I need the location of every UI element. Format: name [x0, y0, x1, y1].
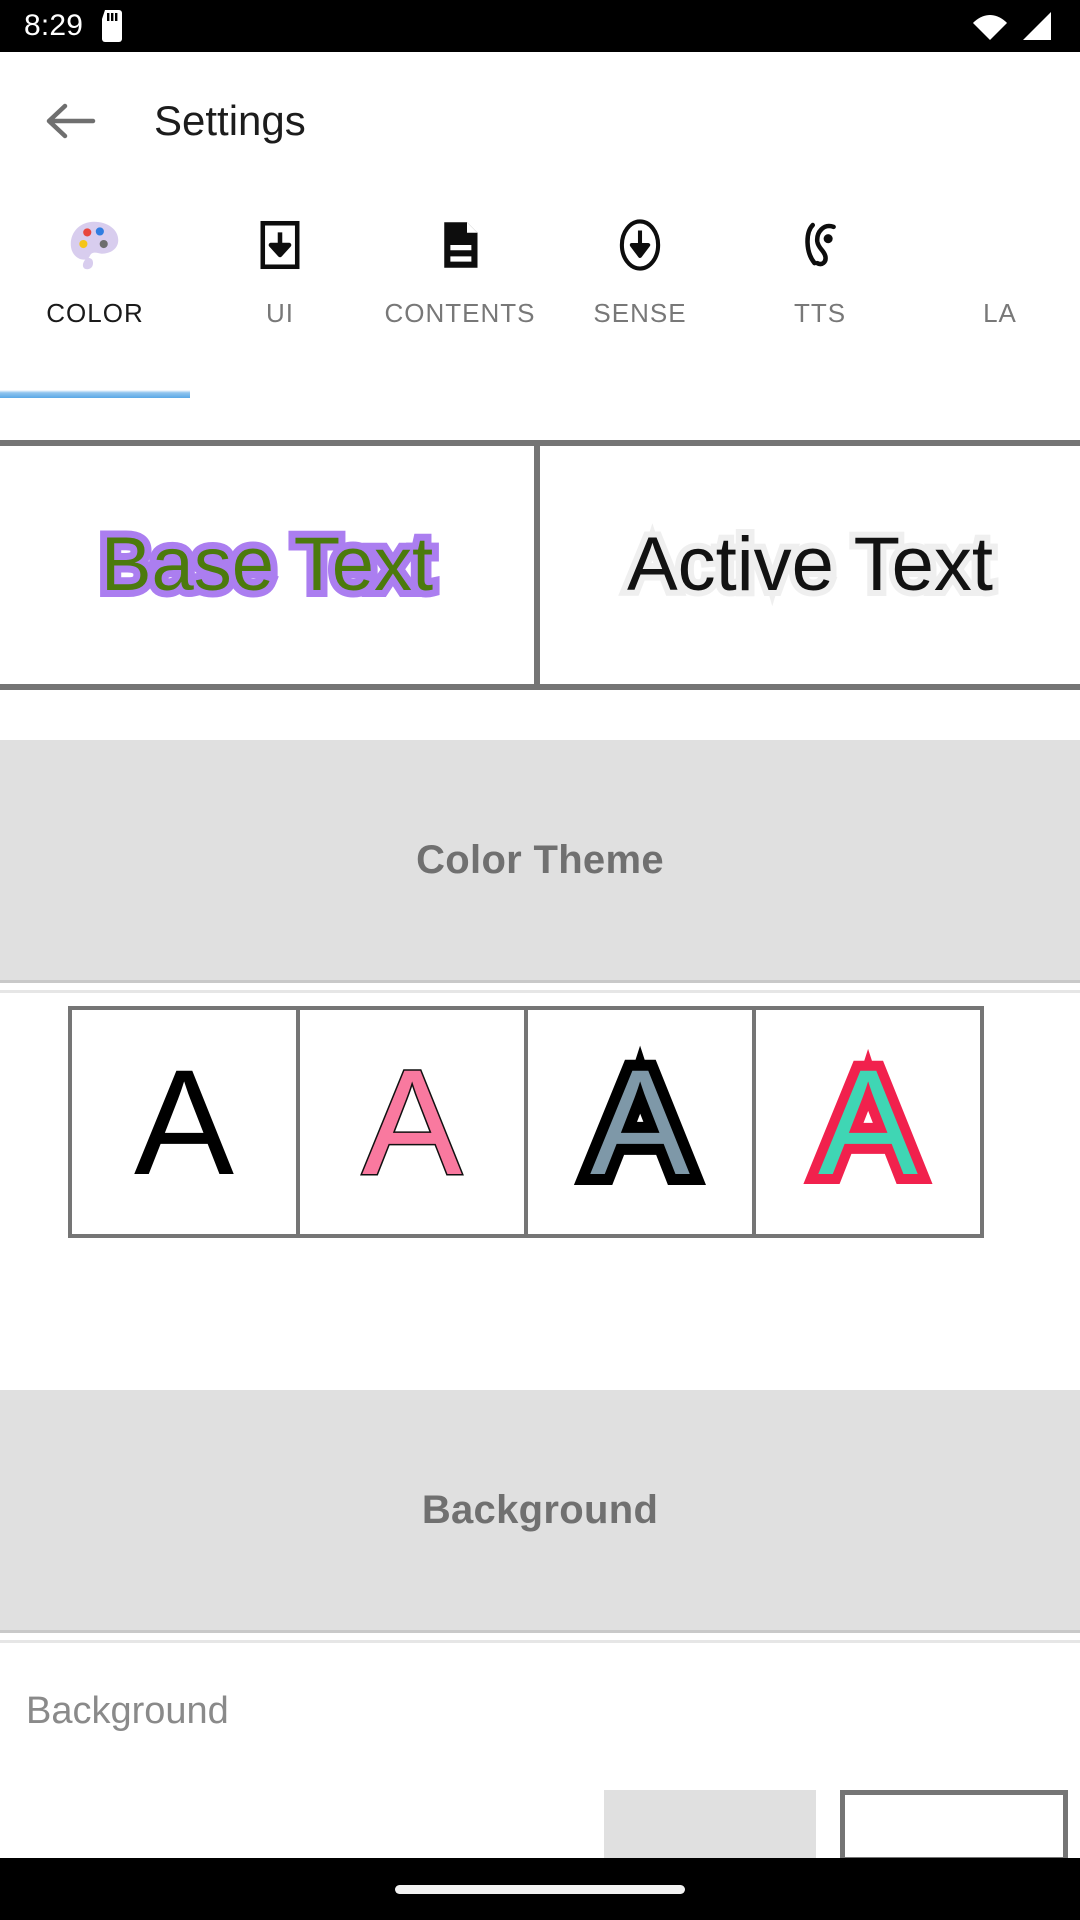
- background-divider: [0, 1630, 1080, 1633]
- settings-screen: 8:29 Settings COLOR UI CONTENTS SENSE TT…: [0, 0, 1080, 1920]
- background-section-header: Background: [0, 1390, 1080, 1630]
- status-bar-clock: 8:29: [24, 9, 84, 42]
- color-theme-divider: [0, 980, 1080, 983]
- tab-contents[interactable]: CONTENTS: [370, 190, 550, 390]
- settings-tab-bar: COLOR UI CONTENTS SENSE TTS LA: [0, 190, 1080, 432]
- color-theme-divider-2: [0, 990, 1080, 993]
- color-theme-title: Color Theme: [416, 837, 664, 882]
- theme-glyph: A: [133, 1038, 235, 1206]
- tab-language[interactable]: LA: [910, 190, 1080, 390]
- system-navigation-bar: [0, 1858, 1080, 1920]
- back-button[interactable]: [34, 85, 106, 157]
- tab-label: UI: [266, 298, 294, 328]
- home-indicator[interactable]: [395, 1884, 685, 1894]
- tab-strip[interactable]: COLOR UI CONTENTS SENSE TTS LA: [0, 190, 1080, 390]
- background-chip-grey[interactable]: [604, 1790, 816, 1862]
- background-divider-2: [0, 1640, 1080, 1643]
- tab-label: TTS: [793, 298, 847, 328]
- theme-glyph: A: [360, 1038, 463, 1206]
- active-tab-indicator: [0, 390, 190, 398]
- color-theme-section-header: Color Theme: [0, 740, 1080, 980]
- tab-label: LA: [983, 298, 1017, 328]
- wifi-icon: [973, 15, 1007, 40]
- tab-color[interactable]: COLOR: [0, 190, 190, 390]
- theme-glyph: A: [579, 1036, 701, 1208]
- app-bar: Settings: [0, 52, 1080, 190]
- background-title: Background: [421, 1487, 659, 1532]
- tab-label: COLOR: [46, 298, 144, 328]
- sd-card-icon: [102, 10, 123, 42]
- status-bar: 8:29: [0, 0, 1080, 52]
- color-theme-swatch-row[interactable]: A A A A: [68, 1006, 984, 1238]
- theme-swatch-crimson[interactable]: A: [756, 1010, 980, 1234]
- background-chip-outline[interactable]: [840, 1790, 1068, 1862]
- base-text-preview[interactable]: Base Text: [0, 446, 534, 684]
- page-title: Settings: [154, 97, 306, 144]
- background-row-label: Background: [26, 1690, 229, 1732]
- theme-swatch-steel[interactable]: A: [528, 1010, 752, 1234]
- circle-arrow-down-icon: [611, 208, 669, 282]
- status-bar-system-icons: [972, 11, 1054, 41]
- hearing-ear-icon: [791, 208, 849, 282]
- tab-sense[interactable]: SENSE: [550, 190, 730, 390]
- arrow-left-icon: [46, 103, 96, 139]
- tab-label: CONTENTS: [384, 298, 536, 328]
- text-preview-panel: Base Text Active Text: [0, 440, 1080, 690]
- status-bar-notification-icons: [99, 10, 125, 42]
- tab-tts[interactable]: TTS: [730, 190, 910, 390]
- active-text-preview[interactable]: Active Text: [540, 446, 1080, 684]
- download-box-icon: [251, 208, 309, 282]
- theme-glyph: A: [808, 1037, 928, 1207]
- base-text-sample: Base Text: [94, 520, 440, 610]
- background-swatch-row[interactable]: [0, 1790, 1080, 1862]
- theme-swatch-black[interactable]: A: [72, 1010, 296, 1234]
- signal-icon: [1023, 12, 1051, 40]
- active-text-sample: Active Text: [621, 521, 999, 609]
- tab-ui[interactable]: UI: [190, 190, 370, 390]
- document-icon: [432, 208, 488, 282]
- tab-label: SENSE: [593, 298, 687, 328]
- palette-icon: [64, 208, 126, 282]
- theme-swatch-pink[interactable]: A: [300, 1010, 524, 1234]
